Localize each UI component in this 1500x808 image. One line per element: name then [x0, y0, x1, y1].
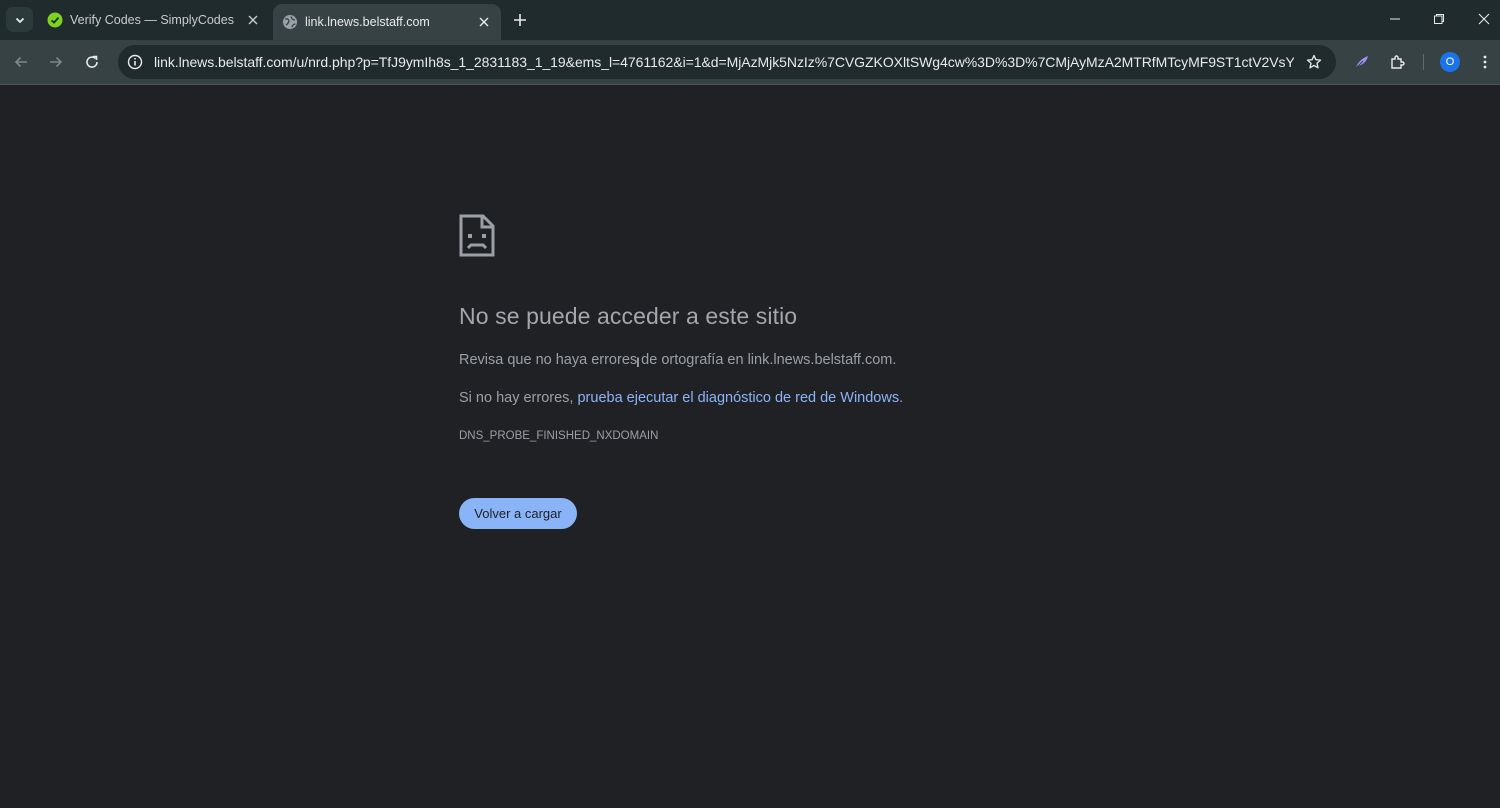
simplycodes-check-icon	[47, 12, 63, 28]
tab-strip: Verify Codes — SimplyCodes link.lnews.be…	[0, 0, 1500, 40]
chevron-down-icon	[15, 17, 24, 23]
arrow-left-icon	[14, 56, 27, 68]
url-text[interactable]: link.lnews.belstaff.com/u/nrd.php?p=TfJ9…	[154, 54, 1294, 70]
tab-search-button[interactable]	[6, 7, 33, 32]
error-title: No se puede acceder a este sitio	[459, 303, 798, 329]
tab-simplycodes[interactable]: Verify Codes — SimplyCodes	[38, 0, 270, 40]
puzzle-icon	[1391, 55, 1405, 69]
sad-document-icon	[459, 214, 495, 257]
plus-icon	[514, 14, 526, 26]
profile-initial: O	[1445, 56, 1455, 68]
extensions-button[interactable]	[1386, 50, 1410, 74]
close-tab-icon[interactable]	[476, 14, 492, 30]
reload-page-button[interactable]: Volver a cargar	[459, 498, 577, 529]
diagnostics-suffix: .	[899, 390, 904, 406]
close-window-button[interactable]	[1462, 0, 1500, 38]
minimize-button[interactable]	[1373, 0, 1417, 38]
text-cursor-icon: I	[636, 354, 640, 370]
reload-button[interactable]	[80, 50, 104, 74]
tab-title: Verify Codes — SimplyCodes	[70, 13, 234, 27]
error-suggestion-diagnostics: Si no hay errores, prueba ejecutar el di…	[459, 390, 903, 406]
bookmark-button[interactable]	[1304, 52, 1324, 72]
restore-icon	[1434, 14, 1444, 24]
network-diagnostics-link[interactable]: prueba ejecutar el diagnóstico de red de…	[577, 390, 899, 406]
toolbar: link.lnews.belstaff.com/u/nrd.php?p=TfJ9…	[0, 40, 1500, 85]
globe-icon	[283, 15, 297, 29]
tab-belstaff[interactable]: link.lnews.belstaff.com	[273, 4, 501, 40]
restore-button[interactable]	[1417, 0, 1461, 38]
error-code: DNS_PROBE_FINISHED_NXDOMAIN	[459, 430, 659, 442]
reload-icon	[86, 55, 98, 68]
site-info-button[interactable]	[123, 50, 147, 74]
back-button[interactable]	[9, 50, 33, 74]
toolbar-divider	[1423, 54, 1424, 70]
forward-button[interactable]	[44, 50, 68, 74]
close-icon	[1478, 13, 1490, 25]
minimize-icon	[1390, 18, 1400, 20]
diagnostics-prefix: Si no hay errores,	[459, 390, 578, 406]
menu-button[interactable]	[1473, 50, 1497, 74]
tab-title: link.lnews.belstaff.com	[305, 15, 430, 29]
close-tab-icon[interactable]	[245, 12, 261, 28]
extension-feather-button[interactable]	[1350, 50, 1374, 74]
kebab-menu-icon	[1483, 55, 1487, 69]
profile-avatar[interactable]: O	[1440, 52, 1460, 72]
arrow-right-icon	[50, 56, 63, 68]
info-icon	[127, 54, 143, 70]
new-tab-button[interactable]	[510, 10, 530, 30]
star-icon	[1306, 54, 1322, 69]
error-suggestion-spelling: Revisa que no haya errores de ortografía…	[459, 352, 897, 368]
feather-icon	[1355, 56, 1368, 69]
address-bar[interactable]: link.lnews.belstaff.com/u/nrd.php?p=TfJ9…	[118, 45, 1336, 79]
